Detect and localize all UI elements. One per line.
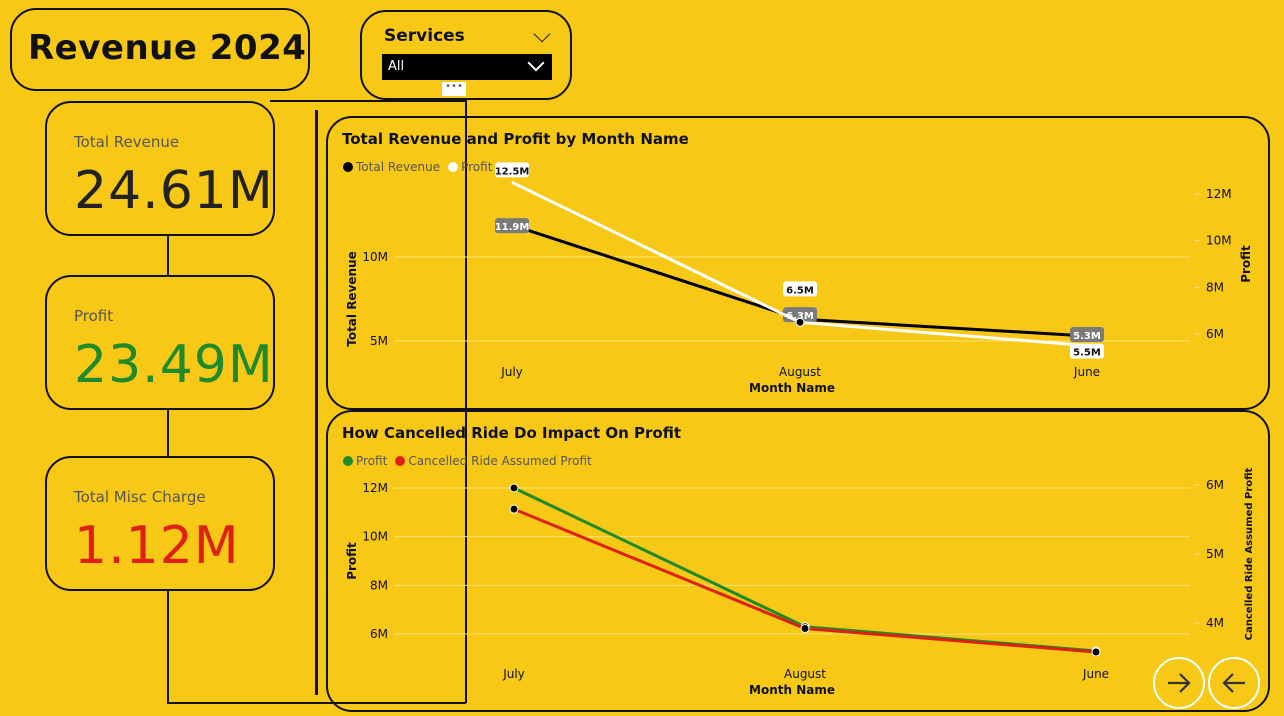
revenue-profit-line-chart: 5M 10M 6M 8M 10M 12M July August June Month Name T… bbox=[345, 162, 1253, 395]
y-tick-label: 10M bbox=[362, 250, 388, 264]
x-tick-label: July bbox=[502, 667, 525, 681]
kpi-card-total-misc-charge: Total Misc Charge 1.12M bbox=[45, 456, 275, 591]
connector-line bbox=[167, 236, 169, 276]
x-tick-label: August bbox=[779, 365, 821, 379]
data-label: 5.5M bbox=[1073, 348, 1101, 359]
data-label: 6.5M bbox=[786, 285, 814, 296]
connector-line bbox=[167, 591, 169, 703]
y2-tick-label: 10M bbox=[1206, 234, 1232, 248]
cancelled-ride-line-chart: 6M 8M 10M 12M 4M 5M 6M July August June Month Name… bbox=[345, 467, 1255, 697]
revenue-profit-chart-card: Total Revenue and Profit by Month Name T… bbox=[326, 116, 1270, 410]
y-tick-label: 10M bbox=[362, 530, 388, 544]
y2-tick-label: 6M bbox=[1206, 327, 1224, 341]
kpi-card-profit: Profit 23.49M bbox=[45, 275, 275, 410]
cancelled-ride-chart-card: How Cancelled Ride Do Impact On Profit P… bbox=[326, 410, 1270, 712]
y2-tick-label: 5M bbox=[1206, 547, 1224, 561]
kpi-value: 1.12M bbox=[74, 516, 240, 576]
dropdown-chevron-icon[interactable] bbox=[527, 54, 545, 72]
kpi-label: Profit bbox=[74, 307, 114, 325]
y-tick-label: 8M bbox=[370, 578, 388, 592]
data-point bbox=[800, 624, 810, 634]
y-tick-label: 6M bbox=[370, 627, 388, 641]
selection-frame-line bbox=[270, 100, 466, 102]
y2-tick-label: 8M bbox=[1206, 280, 1224, 294]
chevron-down-icon[interactable] bbox=[533, 25, 551, 43]
y2-axis-label: Cancelled Ride Assumed Profit bbox=[1244, 467, 1255, 640]
x-axis-label: Month Name bbox=[749, 683, 835, 697]
y2-axis-label: Profit bbox=[1239, 245, 1253, 283]
data-label: 5.3M bbox=[1073, 331, 1101, 342]
slicer-value: All bbox=[388, 59, 405, 74]
arrow-left-icon bbox=[1222, 673, 1245, 693]
x-tick-label: August bbox=[784, 667, 826, 681]
x-tick-label: June bbox=[1082, 667, 1109, 681]
previous-page-button[interactable] bbox=[1208, 657, 1260, 709]
title-card: Revenue 2024 bbox=[10, 8, 310, 91]
slicer-label: Services bbox=[384, 26, 465, 46]
arrow-right-icon bbox=[1168, 673, 1191, 693]
data-point bbox=[795, 317, 805, 327]
x-tick-label: June bbox=[1073, 365, 1100, 379]
y-tick-label: 12M bbox=[362, 481, 388, 495]
y2-tick-label: 4M bbox=[1206, 616, 1224, 630]
y2-tick-label: 6M bbox=[1206, 478, 1224, 492]
kpi-value: 24.61M bbox=[74, 161, 274, 221]
kpi-value: 23.49M bbox=[74, 335, 274, 395]
y-axis-label: Profit bbox=[345, 542, 359, 580]
y-tick-label: 5M bbox=[370, 334, 388, 348]
services-slicer[interactable]: Services All bbox=[360, 10, 572, 100]
next-page-button[interactable] bbox=[1153, 657, 1205, 709]
kpi-label: Total Misc Charge bbox=[74, 488, 206, 506]
y-axis-label: Total Revenue bbox=[345, 251, 359, 347]
data-point bbox=[509, 504, 519, 514]
data-point bbox=[1091, 647, 1101, 657]
more-options-icon[interactable]: ••• bbox=[442, 82, 466, 96]
y2-tick-label: 12M bbox=[1206, 187, 1232, 201]
data-point bbox=[509, 483, 519, 493]
data-label: 11.9M bbox=[495, 222, 530, 233]
page-title: Revenue 2024 bbox=[28, 28, 307, 68]
x-tick-label: July bbox=[500, 365, 523, 379]
x-axis-label: Month Name bbox=[749, 381, 835, 395]
data-label: 12.5M bbox=[495, 166, 530, 177]
kpi-label: Total Revenue bbox=[74, 133, 180, 151]
connector-line bbox=[167, 409, 169, 457]
divider-line bbox=[315, 110, 318, 695]
kpi-card-total-revenue: Total Revenue 24.61M bbox=[45, 101, 275, 236]
slicer-dropdown[interactable]: All bbox=[382, 54, 552, 80]
